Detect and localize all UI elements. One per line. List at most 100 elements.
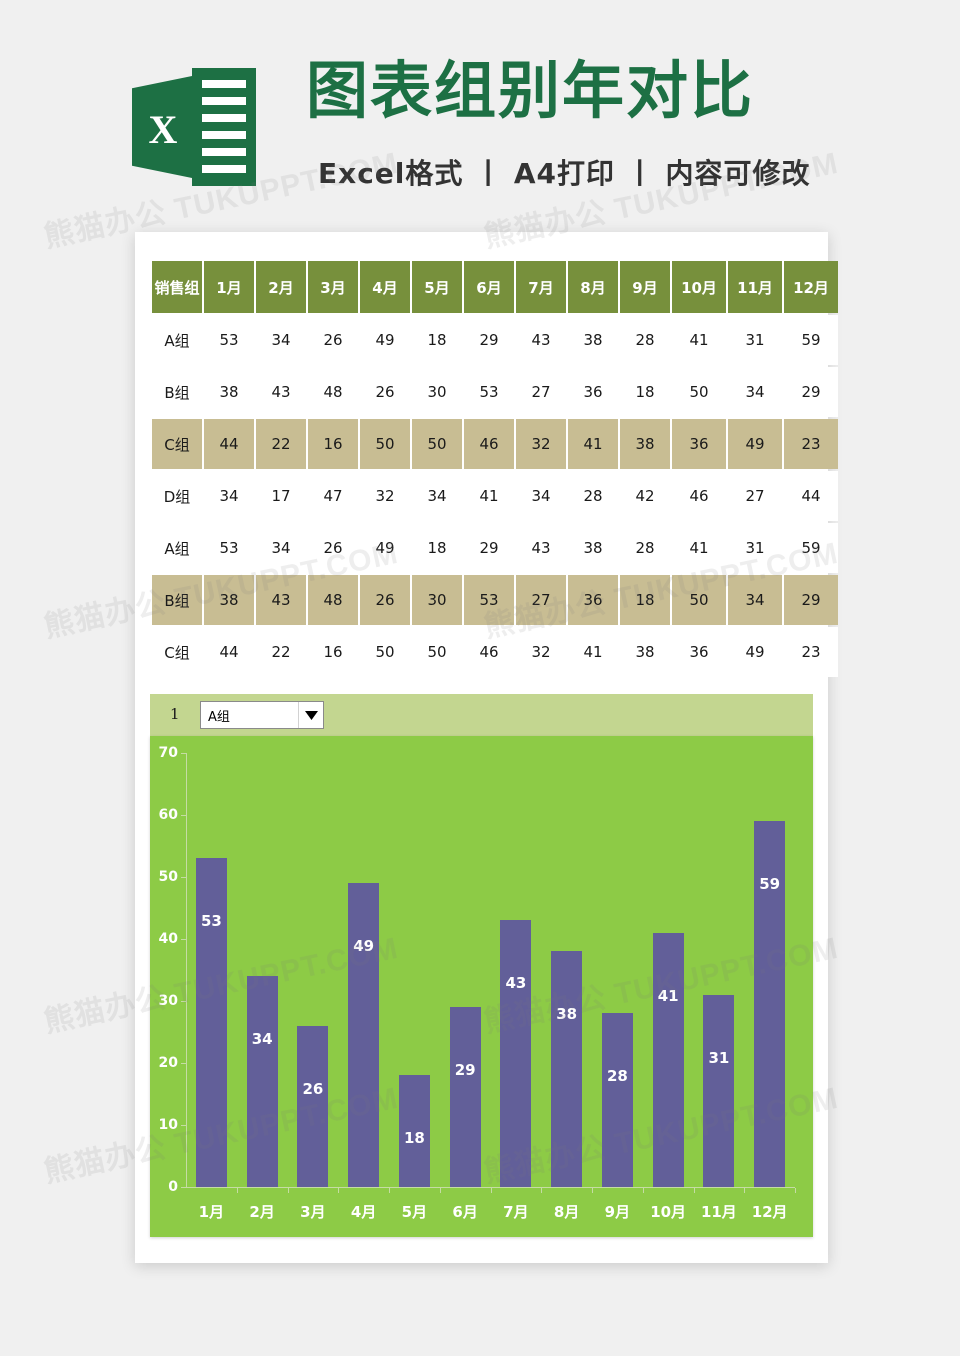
chart-y-axis (186, 753, 187, 1187)
table-row: B组 38 43 48 26 30 53 27 36 18 50 34 29 (152, 575, 838, 625)
table-row: C组 44 22 16 50 50 46 32 41 38 36 49 23 (152, 419, 838, 469)
chart-y-tick-mark (181, 815, 187, 816)
chart-bar-value-label: 31 (708, 1048, 730, 1067)
table-cell-value: 48 (308, 575, 358, 625)
table-cell-value: 22 (256, 419, 306, 469)
chart-x-tick-mark (693, 1188, 695, 1193)
table-cell-value: 53 (204, 315, 254, 365)
table-cell-value: 48 (308, 367, 358, 417)
table-cell-value: 18 (620, 367, 670, 417)
table-cell-value: 32 (516, 627, 566, 677)
table-cell-value: 28 (568, 471, 618, 521)
sales-data-table: 销售组 1月 2月 3月 4月 5月 6月 7月 8月 9月 10月 11月 12月 A组 53 34 26 4… (150, 259, 840, 679)
chart-y-tick-mark (181, 877, 187, 878)
chart-x-tick-label: 12月 (751, 1203, 788, 1221)
chart-y-tick-label: 0 (168, 1179, 178, 1195)
table-cell-value: 27 (728, 471, 782, 521)
chart-bar-value-label: 26 (302, 1079, 324, 1098)
table-cell-value: 43 (256, 367, 306, 417)
chart-bar (246, 976, 278, 1187)
table-cell-value: 28 (620, 523, 670, 573)
table-cell-value: 27 (516, 575, 566, 625)
page-title: 图表组别年对比 (306, 54, 755, 127)
table-cell-value: 41 (568, 627, 618, 677)
chart-y-tick-label: 10 (158, 1117, 178, 1133)
table-cell-value: 26 (308, 315, 358, 365)
table-header-month-9: 9月 (620, 261, 670, 313)
chart-bar (195, 858, 227, 1187)
table-cell-value: 31 (728, 523, 782, 573)
logo-x-letter: X (148, 107, 178, 152)
table-cell-value: 44 (204, 627, 254, 677)
table-cell-value: 29 (784, 367, 838, 417)
page-subtitle: Excel格式 丨 A4打印 丨 内容可修改 (318, 157, 811, 190)
table-cell-value: 41 (672, 523, 726, 573)
table-header-month-7: 7月 (516, 261, 566, 313)
table-cell-value: 36 (672, 419, 726, 469)
table-cell-value: 36 (568, 575, 618, 625)
table-cell-value: 38 (620, 627, 670, 677)
table-cell-value: 36 (568, 367, 618, 417)
chart-bar-value-label: 18 (403, 1129, 425, 1148)
table-cell-group: B组 (152, 367, 202, 417)
table-cell-value: 43 (256, 575, 306, 625)
table-cell-value: 18 (412, 523, 462, 573)
table-cell-value: 36 (672, 627, 726, 677)
table-cell-value: 49 (360, 523, 410, 573)
table-cell-value: 50 (672, 575, 726, 625)
table-cell-value: 18 (412, 315, 462, 365)
table-cell-value: 27 (516, 367, 566, 417)
table-row: A组 53 34 26 49 18 29 43 38 28 41 31 59 (152, 523, 838, 573)
table-header-month-8: 8月 (568, 261, 618, 313)
table-header-month-2: 2月 (256, 261, 306, 313)
chart-x-tick-mark (389, 1188, 390, 1193)
table-cell-value: 46 (464, 627, 514, 677)
table-cell-group: B组 (152, 575, 202, 625)
table-cell-value: 29 (464, 523, 514, 573)
chart-x-tick-mark (236, 1188, 238, 1193)
table-header-month-6: 6月 (464, 261, 514, 313)
table-cell-value: 26 (360, 367, 410, 417)
chart-bar (348, 883, 380, 1187)
table-cell-value: 34 (412, 471, 462, 521)
table-cell-value: 26 (308, 523, 358, 573)
table-cell-value: 30 (412, 575, 462, 625)
chart-y-tick-mark (181, 1001, 187, 1002)
table-cell-group: D组 (152, 471, 202, 521)
table-cell-value: 31 (728, 315, 782, 365)
table-cell-value: 43 (516, 523, 566, 573)
table-cell-value: 41 (568, 419, 618, 469)
table-header-month-10: 10月 (672, 261, 726, 313)
chart-x-tick-mark (592, 1188, 593, 1193)
table-cell-value: 49 (728, 419, 782, 469)
table-header-month-1: 1月 (204, 261, 254, 313)
table-row: C组 44 22 16 50 50 46 32 41 38 36 49 23 (152, 627, 838, 677)
page-header: X 图表组别年对比 Excel格式 丨 A4打印 丨 内容可修改 (0, 0, 960, 230)
table-cell-value: 49 (360, 315, 410, 365)
table-cell-value: 23 (784, 627, 838, 677)
chart-y-tick-mark (181, 753, 187, 754)
chart-y-tick-mark (181, 1187, 187, 1188)
chart-y-tick-label: 60 (158, 807, 178, 823)
chevron-down-icon[interactable] (298, 702, 323, 728)
table-cell-value: 34 (728, 367, 782, 417)
control-index-label: 1 (170, 705, 180, 723)
group-select-dropdown[interactable]: A组 (200, 701, 324, 729)
table-header-month-3: 3月 (308, 261, 358, 313)
chart-y-tick-label: 40 (158, 931, 178, 947)
table-cell-value: 53 (464, 575, 514, 625)
chart-y-tick-mark (181, 1125, 187, 1126)
chart-x-tick-mark (490, 1188, 492, 1193)
document-sheet: 销售组 1月 2月 3月 4月 5月 6月 7月 8月 9月 10月 11月 12月 A组 53 34 26 4… (135, 232, 838, 1263)
table-cell-value: 16 (308, 627, 358, 677)
table-header-month-4: 4月 (360, 261, 410, 313)
table-cell-value: 41 (672, 315, 726, 365)
chart-y-tick-label: 50 (158, 869, 178, 885)
table-cell-value: 49 (728, 627, 782, 677)
table-cell-value: 38 (204, 367, 254, 417)
chart-y-tick-mark (181, 939, 187, 940)
table-cell-value: 17 (256, 471, 306, 521)
table-header-group: 销售组 (152, 261, 202, 313)
table-cell-value: 50 (412, 419, 462, 469)
chart-y-tick-mark (181, 1063, 187, 1064)
